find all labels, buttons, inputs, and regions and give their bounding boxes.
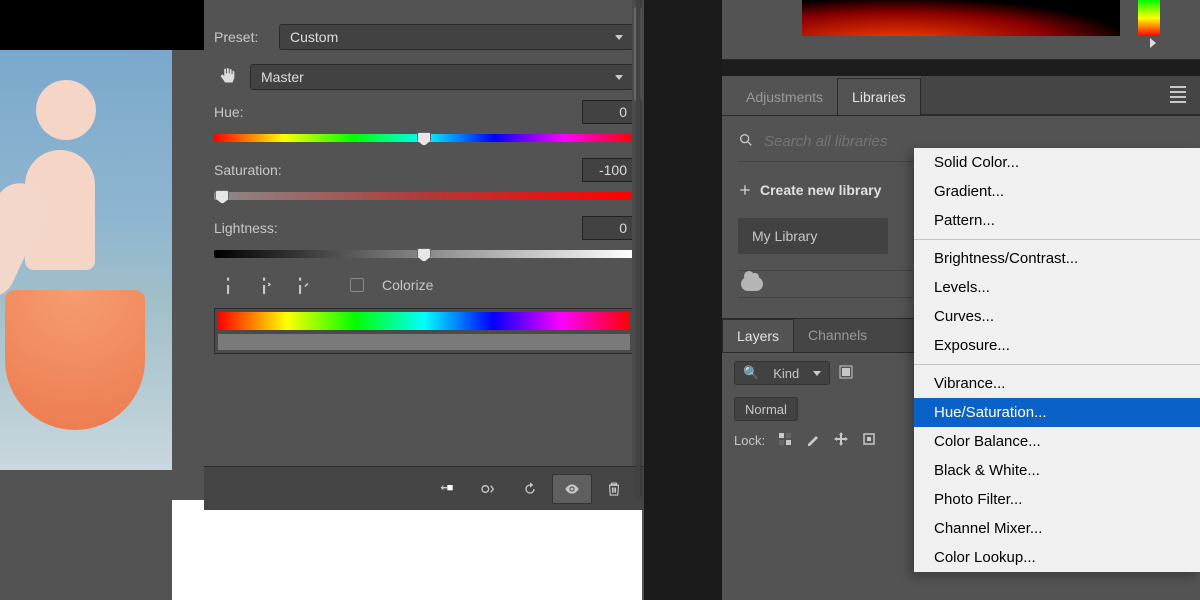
canvas-dark-top [0, 0, 204, 50]
filter-kind-dropdown[interactable]: 🔍 Kind [734, 361, 830, 385]
saturation-thumb[interactable] [215, 190, 229, 204]
panel-menu-icon[interactable] [1170, 86, 1186, 103]
color-spectrum[interactable] [802, 0, 1120, 36]
menu-item[interactable]: Levels... [914, 273, 1200, 302]
lightness-label: Lightness: [214, 220, 278, 236]
menu-item[interactable]: Brightness/Contrast... [914, 244, 1200, 273]
cloud-icon [741, 277, 763, 291]
blend-mode-value: Normal [745, 402, 787, 417]
menu-item[interactable]: Curves... [914, 302, 1200, 331]
panel-divider[interactable] [636, 0, 640, 496]
menu-item[interactable]: Gradient... [914, 177, 1200, 206]
expand-icon[interactable] [1150, 38, 1156, 48]
lock-artboard-icon[interactable] [861, 431, 877, 450]
hue-thumb[interactable] [417, 132, 431, 146]
trash-button[interactable] [594, 474, 634, 504]
chevron-down-icon [813, 371, 821, 376]
saturation-slider[interactable] [214, 188, 634, 204]
canvas-white-bottom [172, 500, 642, 600]
tab-layers[interactable]: Layers [722, 319, 794, 352]
color-range-display [214, 308, 634, 354]
tab-libraries[interactable]: Libraries [837, 78, 921, 115]
menu-item[interactable]: Pattern... [914, 206, 1200, 235]
menu-item[interactable]: Channel Mixer... [914, 514, 1200, 543]
eyedropper-minus-icon[interactable] [286, 272, 311, 297]
hue-value-input[interactable]: 0 [582, 100, 634, 124]
saturation-value-input[interactable]: -100 [582, 158, 634, 182]
lightness-value-input[interactable]: 0 [582, 216, 634, 240]
lock-position-icon[interactable] [833, 431, 849, 450]
view-previous-button[interactable] [468, 474, 508, 504]
clip-to-layer-button[interactable] [426, 474, 466, 504]
color-panel [722, 0, 1200, 60]
lightness-slider[interactable] [214, 246, 634, 262]
tab-channels[interactable]: Channels [794, 319, 881, 352]
lightness-thumb[interactable] [417, 248, 431, 262]
saturation-label: Saturation: [214, 162, 282, 178]
hue-slider[interactable] [214, 130, 634, 146]
chevron-down-icon [615, 75, 623, 80]
search-icon [738, 132, 754, 151]
hand-target-icon[interactable] [214, 64, 240, 90]
preset-dropdown[interactable]: Custom [279, 24, 634, 50]
preset-label: Preset: [214, 29, 269, 45]
colorize-label: Colorize [382, 277, 433, 293]
my-library-label: My Library [752, 228, 817, 244]
eyedropper-plus-icon[interactable] [250, 272, 275, 297]
menu-item[interactable]: Solid Color... [914, 148, 1200, 177]
adjustment-layer-menu[interactable]: Solid Color...Gradient...Pattern... Brigh… [914, 148, 1200, 572]
visibility-toggle-button[interactable] [552, 474, 592, 504]
tab-adjustments[interactable]: Adjustments [732, 79, 837, 115]
hs-panel-footer [204, 466, 644, 510]
hue-ramp[interactable] [1138, 0, 1160, 36]
hue-saturation-panel: Preset: Custom Master Hue: 0 Saturation:… [204, 0, 644, 510]
kind-label: Kind [773, 366, 799, 381]
menu-item[interactable]: Photo Filter... [914, 485, 1200, 514]
preset-value: Custom [290, 29, 338, 45]
my-library-item[interactable]: My Library [738, 218, 888, 254]
lock-label: Lock: [734, 433, 765, 448]
canvas-photo [0, 50, 172, 470]
lock-pixels-icon[interactable] [805, 431, 821, 450]
menu-item[interactable]: Exposure... [914, 331, 1200, 360]
dock-gap [644, 0, 722, 600]
menu-item[interactable]: Hue/Saturation... [914, 398, 1200, 427]
chevron-down-icon [615, 35, 623, 40]
create-library-label: Create new library [760, 182, 881, 198]
channel-dropdown[interactable]: Master [250, 64, 634, 90]
menu-item[interactable]: Color Lookup... [914, 543, 1200, 572]
channel-value: Master [261, 69, 304, 85]
eyedropper-icon[interactable] [214, 272, 239, 297]
lock-transparency-icon[interactable] [777, 431, 793, 450]
menu-item[interactable]: Color Balance... [914, 427, 1200, 456]
colorize-checkbox[interactable] [350, 278, 364, 292]
reset-button[interactable] [510, 474, 550, 504]
menu-item[interactable]: Black & White... [914, 456, 1200, 485]
menu-item[interactable]: Vibrance... [914, 369, 1200, 398]
saturation-track [214, 192, 634, 200]
panel-tabbar: Adjustments Libraries [722, 76, 1200, 116]
filter-pixel-icon[interactable] [838, 364, 854, 383]
blend-mode-dropdown[interactable]: Normal [734, 397, 798, 421]
hue-label: Hue: [214, 104, 244, 120]
